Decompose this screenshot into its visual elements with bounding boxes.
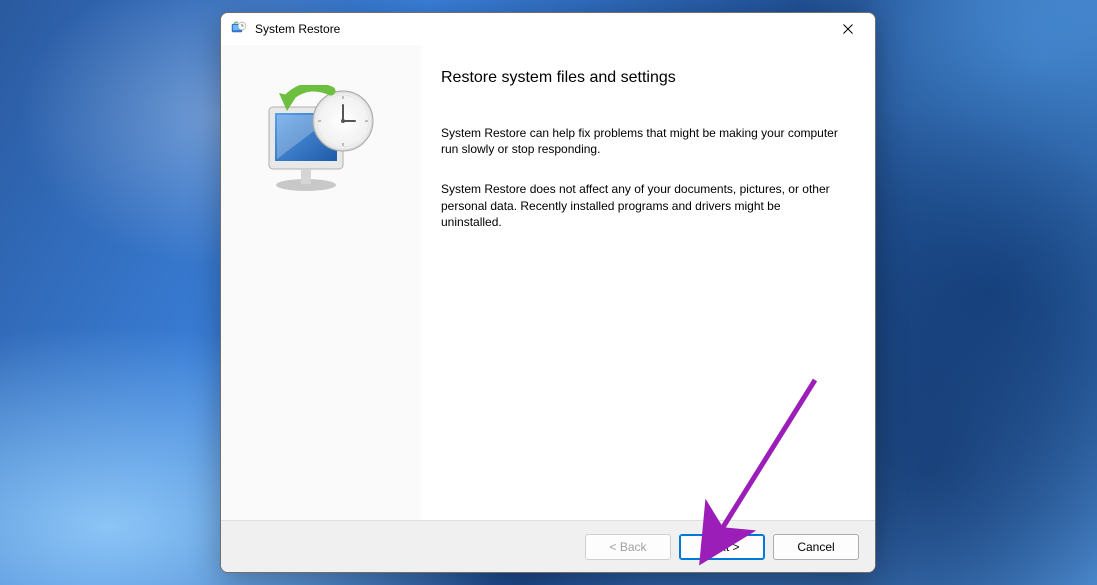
wizard-body: Restore system files and settings System…: [221, 45, 875, 520]
wizard-content: Restore system files and settings System…: [421, 45, 875, 520]
system-restore-large-icon: [261, 85, 381, 195]
page-heading: Restore system files and settings: [441, 69, 847, 87]
wizard-sidebar: [221, 45, 421, 520]
window-title: System Restore: [255, 22, 825, 36]
titlebar[interactable]: System Restore: [221, 13, 875, 45]
close-icon: [843, 24, 853, 34]
cancel-button[interactable]: Cancel: [773, 534, 859, 560]
wizard-footer: < Back Next > Cancel: [221, 520, 875, 572]
close-button[interactable]: [825, 13, 871, 45]
system-restore-window: System Restore: [220, 12, 876, 573]
description-paragraph-2: System Restore does not affect any of yo…: [441, 181, 841, 230]
back-button: < Back: [585, 534, 671, 560]
description-paragraph-1: System Restore can help fix problems tha…: [441, 125, 841, 157]
next-button[interactable]: Next >: [679, 534, 765, 560]
system-restore-title-icon: [231, 21, 247, 37]
